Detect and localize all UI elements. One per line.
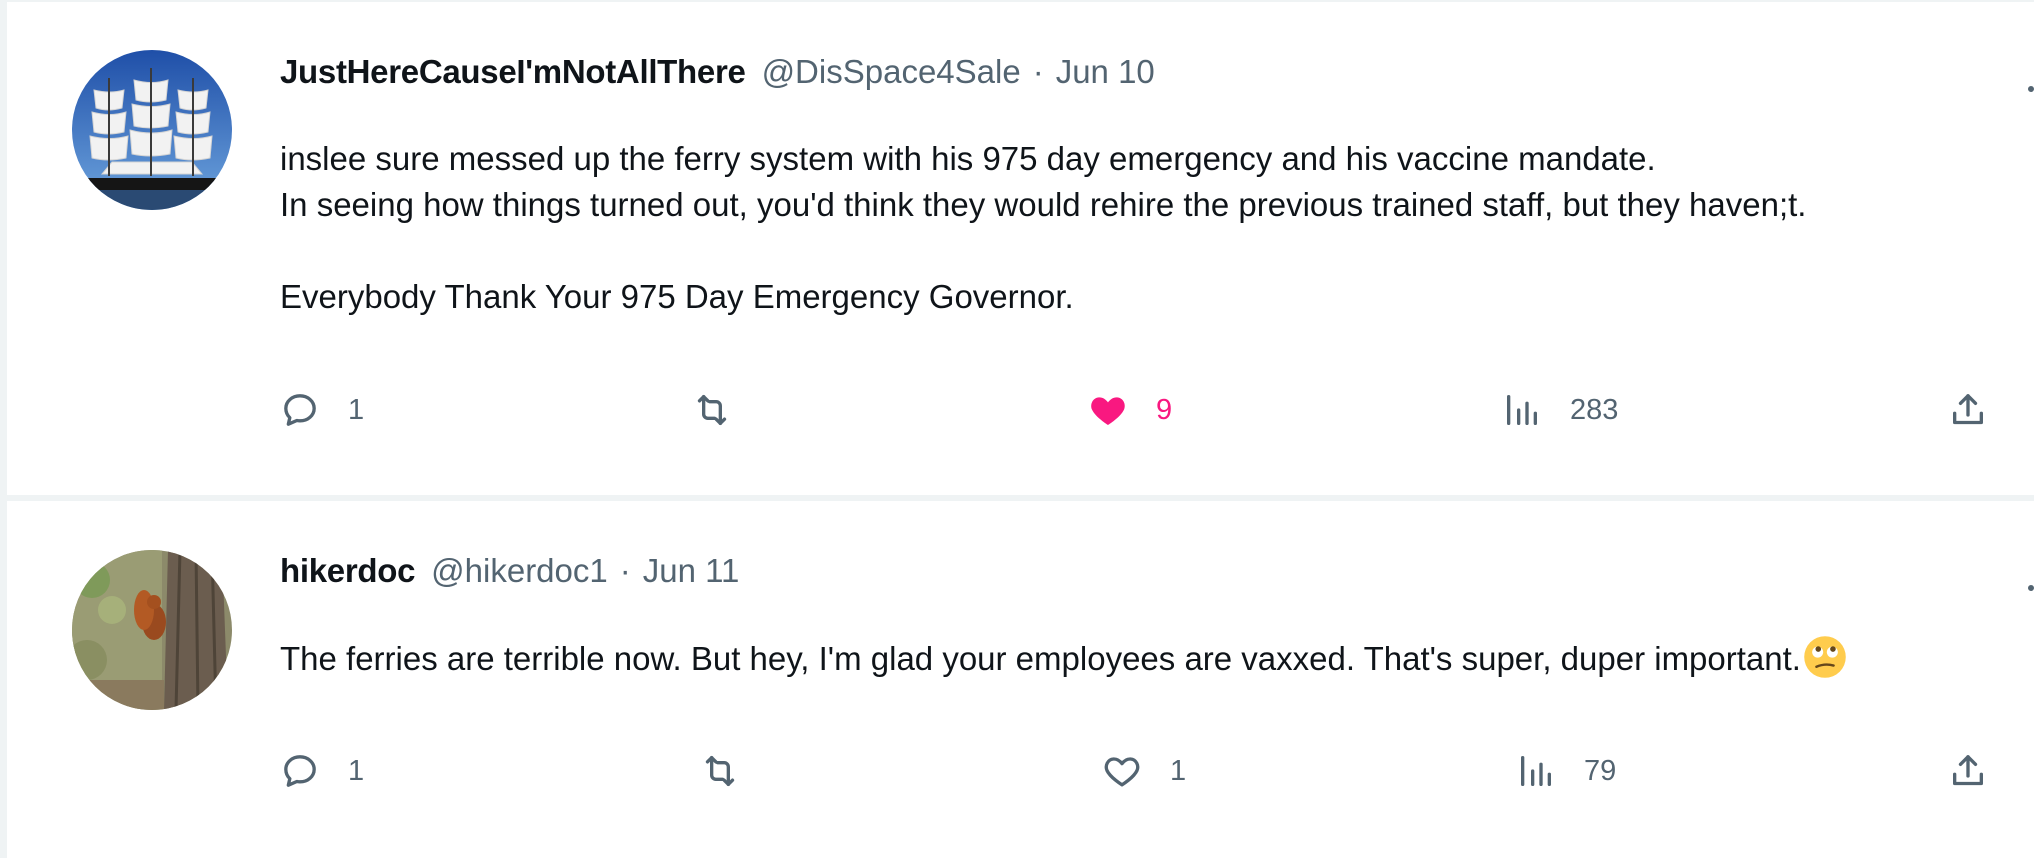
tweet-text-line: In seeing how things turned out, you'd t… — [280, 186, 1807, 223]
views-count: 79 — [1584, 754, 1617, 787]
squirrel-on-tree-avatar[interactable] — [72, 550, 232, 710]
repost-icon — [705, 756, 735, 786]
tweet-text-line: Everybody Thank Your 975 Day Emergency G… — [280, 278, 1074, 315]
tweet-text: inslee sure messed up the ferry system w… — [280, 136, 1806, 320]
tweet-text-line — [280, 228, 1806, 274]
views-button[interactable]: 283 — [1502, 380, 1618, 440]
action-bar: 1 9 283 — [280, 380, 1997, 440]
tweet-header: hikerdoc @hikerdoc1 · Jun 11 — [280, 549, 739, 593]
heart-outline-icon — [1104, 757, 1140, 787]
reply-count: 1 — [348, 393, 365, 426]
tweet-text: The ferries are terrible now. But hey, I… — [280, 635, 1847, 682]
views-icon — [1521, 756, 1551, 786]
reply-icon — [284, 394, 316, 426]
tweet-date[interactable]: Jun 11 — [643, 552, 740, 590]
tweet[interactable]: JustHereCauseI'mNotAllThere @DisSpace4Sa… — [7, 2, 2034, 495]
left-border — [0, 0, 7, 858]
views-count: 283 — [1570, 393, 1619, 426]
reply-count: 1 — [348, 754, 365, 787]
sailing-ship-avatar[interactable] — [72, 50, 232, 210]
share-icon — [1953, 394, 1983, 425]
more-options-icon[interactable] — [2028, 86, 2034, 92]
separator-dot: · — [1032, 53, 1044, 90]
tweet-text-line: The ferries are terrible now. But hey, I… — [280, 640, 1801, 677]
views-button[interactable]: 79 — [1516, 741, 1616, 801]
more-options-icon[interactable] — [2028, 585, 2034, 591]
views-icon — [1507, 395, 1537, 425]
tweet[interactable]: hikerdoc @hikerdoc1 · Jun 11 The ferries… — [7, 501, 2034, 858]
face-with-rolling-eyes-icon — [1804, 636, 1846, 678]
reply-button[interactable]: 1 — [280, 380, 364, 440]
heart-filled-icon — [1091, 397, 1125, 425]
like-count: 1 — [1170, 754, 1187, 787]
tweet-date[interactable]: Jun 10 — [1056, 53, 1155, 91]
display-name[interactable]: hikerdoc — [280, 552, 415, 590]
tweet-text-line: inslee sure messed up the ferry system w… — [280, 140, 1656, 177]
separator-dot: · — [619, 552, 631, 589]
reply-icon — [284, 755, 316, 787]
like-button[interactable]: 9 — [1088, 380, 1172, 440]
reply-button[interactable]: 1 — [280, 741, 364, 801]
display-name[interactable]: JustHereCauseI'mNotAllThere — [280, 53, 746, 91]
repost-button[interactable] — [700, 741, 768, 801]
repost-icon — [697, 395, 727, 425]
share-button[interactable] — [1948, 741, 1988, 801]
user-handle[interactable]: @hikerdoc1 — [431, 552, 608, 590]
repost-button[interactable] — [692, 380, 760, 440]
tweet-thread: JustHereCauseI'mNotAllThere @DisSpace4Sa… — [0, 0, 2034, 858]
like-button[interactable]: 1 — [1102, 741, 1186, 801]
tweet-header: JustHereCauseI'mNotAllThere @DisSpace4Sa… — [280, 50, 1155, 94]
share-button[interactable] — [1948, 380, 1988, 440]
action-bar: 1 1 79 — [280, 741, 1997, 801]
user-handle[interactable]: @DisSpace4Sale — [762, 53, 1021, 91]
like-count: 9 — [1156, 393, 1173, 426]
share-icon — [1953, 755, 1983, 786]
